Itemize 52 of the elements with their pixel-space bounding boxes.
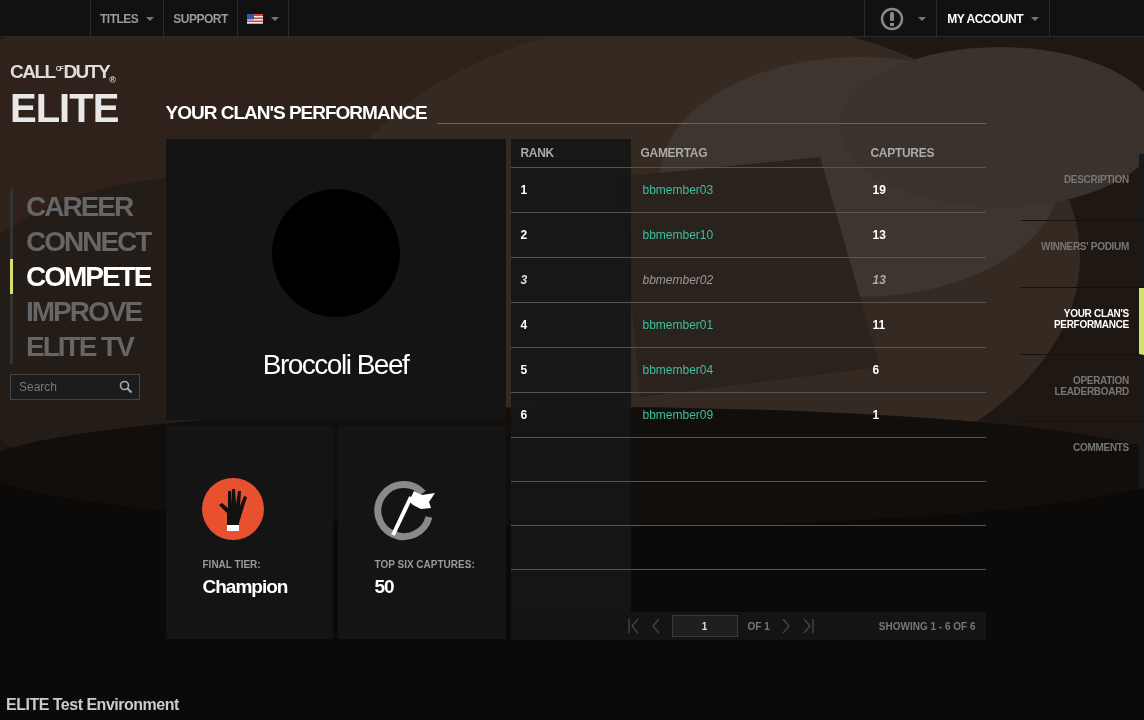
captures-cell: 6 bbox=[872, 363, 880, 377]
stat-label: FINAL TIER: bbox=[202, 559, 262, 570]
captures-cell: 13 bbox=[872, 228, 886, 242]
rank-cell-text: 6 bbox=[519, 408, 529, 422]
section-title: YOUR CLAN'S PERFORMANCE bbox=[165, 102, 427, 124]
stat-label: TOP SIX CAPTURES: bbox=[374, 559, 476, 570]
section-tab[interactable]: WINNERS' PODIUM bbox=[1020, 221, 1144, 288]
gamertag-link[interactable]: bbmember02 bbox=[642, 273, 714, 287]
next-page-icon[interactable] bbox=[779, 618, 792, 634]
last-page-icon[interactable] bbox=[801, 618, 814, 634]
page-count: OF 1 bbox=[747, 620, 770, 632]
section-tab[interactable]: OPERATION LEADERBOARD bbox=[1020, 355, 1144, 422]
alert-icon bbox=[880, 6, 905, 31]
gamertag-link[interactable]: bbmember04 bbox=[642, 363, 714, 377]
search-field[interactable]: Search bbox=[10, 374, 140, 400]
account-menu[interactable]: MY ACCOUNT bbox=[936, 0, 1050, 37]
caret-icon bbox=[1031, 16, 1039, 21]
previous-page-icon[interactable] bbox=[649, 618, 662, 634]
clan-name: Broccoli Beef bbox=[262, 349, 409, 381]
gamertag-link[interactable]: bbmember01 bbox=[642, 318, 714, 332]
caret-icon bbox=[918, 16, 927, 21]
environment-label: ELITE Test Environment bbox=[6, 696, 179, 714]
rank-cell-text: 3 bbox=[519, 273, 529, 287]
gamertag-link[interactable]: bbmember09 bbox=[642, 408, 714, 422]
nav-menu-item[interactable]: TITLES bbox=[90, 0, 164, 37]
column-header: RANK bbox=[519, 146, 555, 160]
captures-cell: 1 bbox=[872, 408, 880, 422]
gamertag-link[interactable]: bbmember10 bbox=[642, 228, 714, 242]
results-count: SHOWING 1 - 6 OF 6 bbox=[878, 620, 976, 632]
captures-cell: 13 bbox=[872, 273, 886, 287]
column-header: GAMERTAG bbox=[640, 146, 709, 160]
caret-icon bbox=[270, 16, 279, 21]
rank-cell-text: 4 bbox=[519, 318, 529, 332]
side-nav-item[interactable]: COMPETE bbox=[10, 259, 151, 294]
gamertag-link[interactable]: bbmember03 bbox=[642, 183, 714, 197]
rank-cell-text: 2 bbox=[519, 228, 529, 242]
captures-cell: 11 bbox=[872, 318, 886, 332]
stat-value: Champion bbox=[202, 576, 289, 598]
section-tab[interactable]: YOUR CLAN'S PERFORMANCE bbox=[1020, 288, 1144, 355]
stat-value: 50 bbox=[374, 576, 395, 598]
column-header: CAPTURES bbox=[870, 146, 935, 160]
captures-cell: 19 bbox=[872, 183, 886, 197]
section-tab[interactable]: COMMENTS bbox=[1020, 422, 1144, 489]
nav-menu-item[interactable]: SUPPORT bbox=[163, 0, 237, 37]
page-number-field[interactable]: 1 bbox=[671, 615, 738, 637]
raised-hand-icon bbox=[200, 477, 265, 541]
language-menu[interactable] bbox=[236, 0, 289, 37]
search-icon bbox=[119, 380, 133, 394]
rank-cell-text: 5 bbox=[519, 363, 529, 377]
first-page-icon[interactable] bbox=[627, 618, 640, 634]
flag-icon bbox=[246, 13, 263, 24]
rank-cell-text: 1 bbox=[519, 183, 529, 197]
